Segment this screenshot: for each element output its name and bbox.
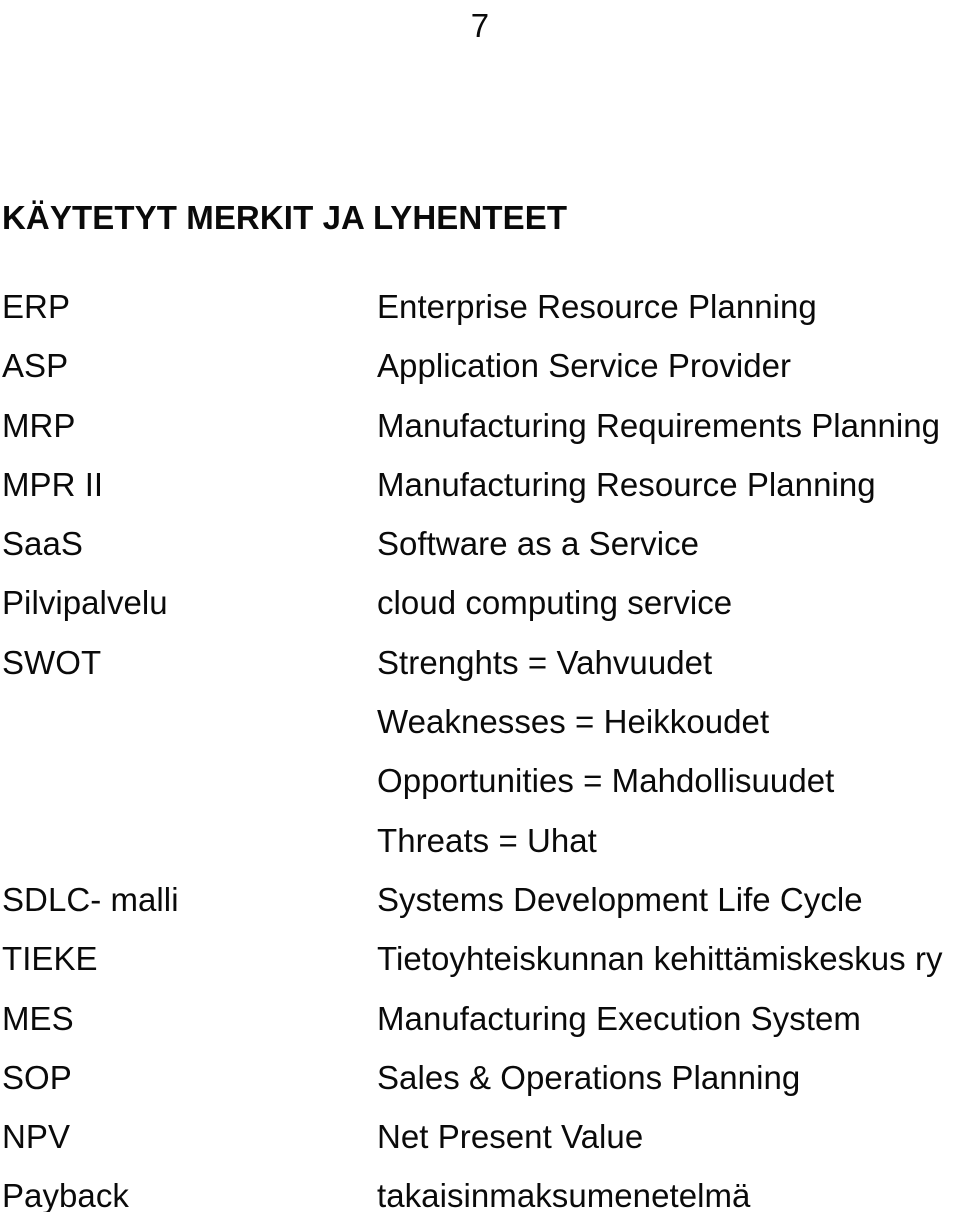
page-title: KÄYTETYT MERKIT JA LYHENTEET [2, 199, 568, 237]
abbreviation-definition: Manufacturing Execution System [377, 999, 861, 1037]
abbreviation-term: ASP [2, 347, 69, 385]
abbreviation-row: ASP Application Service Provider [0, 345, 960, 404]
abbreviation-term: SOP [2, 1058, 72, 1096]
abbreviation-definition: takaisinmaksumenetelmä [377, 1177, 751, 1212]
abbreviation-definition: Manufacturing Resource Planning [377, 465, 876, 503]
abbreviation-row: MPR II Manufacturing Resource Planning [0, 464, 960, 523]
abbreviation-definition: Threats = Uhat [377, 821, 597, 859]
abbreviation-row: NPV Net Present Value [0, 1116, 960, 1175]
abbreviation-term: ERP [2, 288, 71, 325]
abbreviation-row: SaaS Software as a Service [0, 523, 960, 582]
abbreviation-definition: cloud computing service [377, 584, 733, 622]
abbreviation-definition: Enterprise Resource Planning [377, 288, 817, 325]
abbreviation-term: NPV [2, 1118, 71, 1156]
abbreviation-row: ERP Enterprise Resource Planning [0, 286, 960, 345]
abbreviation-row: Pilvipalvelu cloud computing service [0, 582, 960, 641]
abbreviation-term: MES [2, 999, 74, 1037]
abbreviation-row: Weaknesses = Heikkoudet [0, 701, 960, 760]
abbreviation-term: SWOT [2, 643, 102, 681]
abbreviation-definition: Tietoyhteiskunnan kehittämiskeskus ry [377, 940, 943, 978]
abbreviation-row: Opportunities = Mahdollisuudet [0, 760, 960, 819]
abbreviation-row: SWOT Strenghts = Vahvuudet [0, 642, 960, 701]
abbreviation-row: Threats = Uhat [0, 820, 960, 879]
abbreviation-definition: Net Present Value [377, 1118, 644, 1156]
abbreviation-term: Pilvipalvelu [2, 584, 168, 622]
abbreviation-term: Payback [2, 1177, 129, 1212]
abbreviation-row: MRP Manufacturing Requirements Planning [0, 405, 960, 464]
abbreviation-definition: Application Service Provider [377, 347, 792, 385]
abbreviation-term: SDLC- malli [2, 880, 179, 918]
document-page: 7 KÄYTETYT MERKIT JA LYHENTEET ERP Enterp… [0, 0, 960, 1212]
abbreviation-definition: Opportunities = Mahdollisuudet [377, 762, 835, 800]
abbreviation-row: SOP Sales & Operations Planning [0, 1057, 960, 1116]
abbreviation-row: Payback takaisinmaksumenetelmä [0, 1175, 960, 1212]
page-number: 7 [470, 7, 490, 44]
abbreviation-definition: Systems Development Life Cycle [377, 880, 863, 918]
abbreviation-definition: Strenghts = Vahvuudet [377, 643, 713, 681]
abbreviation-definition: Weaknesses = Heikkoudet [377, 703, 770, 741]
abbreviation-term: TIEKE [2, 940, 98, 978]
abbreviation-term: SaaS [2, 525, 83, 563]
abbreviation-row: TIEKE Tietoyhteiskunnan kehittämiskeskus … [0, 938, 960, 997]
abbreviation-term: MRP [2, 406, 76, 444]
abbreviation-row: SDLC- malli Systems Development Life Cycl… [0, 879, 960, 938]
abbreviation-definition: Sales & Operations Planning [377, 1058, 801, 1096]
abbreviation-definition: Software as a Service [377, 525, 700, 563]
abbreviation-term: MPR II [2, 465, 104, 503]
abbreviation-definition: Manufacturing Requirements Planning [377, 406, 941, 444]
abbreviation-list: ERP Enterprise Resource Planning ASP Applic… [0, 286, 960, 1212]
abbreviation-row: MES Manufacturing Execution System [0, 998, 960, 1057]
